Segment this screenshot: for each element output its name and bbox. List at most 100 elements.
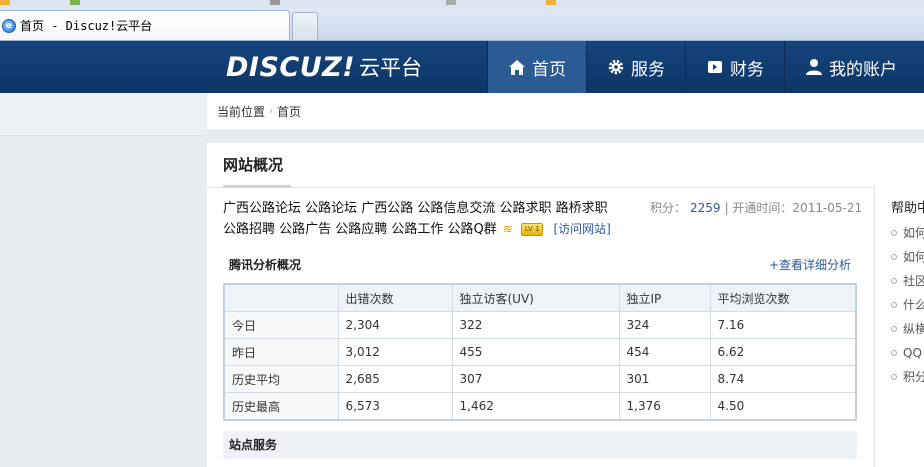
left-sidebar-strip xyxy=(0,93,207,136)
help-item[interactable]: 积分 xyxy=(891,365,924,389)
help-item[interactable]: QQ xyxy=(891,341,924,365)
finance-icon xyxy=(706,58,724,76)
table-cell: 307 xyxy=(451,365,620,393)
user-icon xyxy=(805,58,823,76)
help-item-label: 纵横 xyxy=(903,322,924,336)
visit-site-link[interactable]: [访问网站] xyxy=(553,219,610,240)
bullet-icon xyxy=(891,254,897,260)
browser-tabstrip: e 首页 - Discuz!云平台 xyxy=(0,8,924,41)
table-cell: 2,685 xyxy=(337,365,453,393)
analysis-title: 腾讯分析概况 xyxy=(229,257,302,272)
left-sidebar xyxy=(0,93,207,467)
nav-label-account: 我的账户 xyxy=(829,59,897,80)
table-cell: 6,573 xyxy=(337,392,453,421)
site-name-continued: 公路招聘 公路广告 公路应聘 公路工作 公路Q群 xyxy=(223,222,497,237)
site-meta: 积分： 2259 | 开通时间：2011-05-21 xyxy=(650,198,862,219)
table-cell: 2,304 xyxy=(337,311,453,339)
table-cell: 6.62 xyxy=(709,338,857,366)
nav-item-account[interactable]: 我的账户 xyxy=(784,41,917,93)
site-header: DISCUZ! 云平台 首页 服务 财务 我的账户 xyxy=(0,41,924,93)
column-header: 出错次数 xyxy=(337,283,453,312)
level-wave-icon: ≋ xyxy=(502,222,513,236)
menubar-icon[interactable] xyxy=(270,0,280,5)
nav-item-finance[interactable]: 财务 xyxy=(685,41,784,93)
help-item-label: 如何 xyxy=(903,226,924,240)
row-label: 昨日 xyxy=(223,338,339,366)
nav-label-home: 首页 xyxy=(532,59,566,80)
breadcrumb: 当前位置 › 首页 xyxy=(207,93,924,131)
discuz-logo[interactable]: DISCUZ! 云平台 xyxy=(226,51,422,83)
help-item-label: QQ xyxy=(903,346,922,360)
table-cell: 454 xyxy=(618,338,711,366)
bullet-icon xyxy=(891,350,897,356)
main-panel: 网站概况 广西公路论坛 公路论坛 广西公路 公路信息交流 公路求职 路桥求职 积… xyxy=(207,143,924,467)
help-list: 如何 如何 社区 什么 纵横 QQ 积分 xyxy=(891,221,924,389)
nav-item-home[interactable]: 首页 xyxy=(487,41,586,93)
title-divider xyxy=(207,187,924,188)
breadcrumb-label: 当前位置 xyxy=(217,105,266,119)
bullet-icon xyxy=(891,230,897,236)
title-underline xyxy=(223,185,291,188)
ie-icon: e xyxy=(2,18,16,33)
browser-tab-title: 首页 - Discuz!云平台 xyxy=(20,19,153,33)
help-item-label: 社区 xyxy=(903,274,924,288)
help-item-label: 什么 xyxy=(903,298,924,312)
table-header-row: 出错次数 独立访客(UV) 独立IP 平均浏览次数 xyxy=(223,283,857,312)
table-cell: 324 xyxy=(618,311,711,339)
page-icon[interactable] xyxy=(446,0,456,5)
table-row: 今日 2,304 322 324 7.16 xyxy=(223,311,857,339)
table-cell: 8.74 xyxy=(709,365,857,393)
table-row: 历史最高 6,573 1,462 1,376 4.50 xyxy=(223,392,857,421)
main-nav: 首页 服务 财务 我的账户 xyxy=(487,41,917,93)
column-header: 独立IP xyxy=(618,283,711,312)
help-item[interactable]: 什么 xyxy=(891,293,924,317)
column-header: 独立访客(UV) xyxy=(451,283,620,312)
nav-item-services[interactable]: 服务 xyxy=(586,41,685,93)
breadcrumb-current[interactable]: 首页 xyxy=(277,103,301,120)
bullet-icon xyxy=(891,374,897,380)
score-value: 2259 xyxy=(690,201,721,215)
new-tab-button[interactable] xyxy=(292,12,318,40)
table-cell: 4.50 xyxy=(709,392,857,421)
table-cell: 322 xyxy=(451,311,620,339)
table-cell: 301 xyxy=(618,365,711,393)
view-detail-link[interactable]: +查看详细分析 xyxy=(769,256,857,273)
menubar-icon[interactable] xyxy=(0,0,10,5)
table-row: 历史平均 2,685 307 301 8.74 xyxy=(223,365,857,393)
logo-main-text: DISCUZ! xyxy=(226,51,356,83)
help-title: 帮助中 xyxy=(891,201,924,216)
column-header: 平均浏览次数 xyxy=(709,283,857,312)
score-label: 积分： xyxy=(650,201,687,215)
help-item[interactable]: 社区 xyxy=(891,269,924,293)
help-item[interactable]: 如何 xyxy=(891,221,924,245)
row-label: 历史平均 xyxy=(223,365,339,393)
help-item-label: 积分 xyxy=(903,370,924,384)
table-cell: 7.16 xyxy=(709,311,857,339)
analysis-table: 出错次数 独立访客(UV) 独立IP 平均浏览次数 今日 2,304 322 3… xyxy=(223,283,857,421)
row-label: 今日 xyxy=(223,311,339,339)
favorites-icon[interactable] xyxy=(70,0,80,5)
table-row: 昨日 3,012 455 454 6.62 xyxy=(223,338,857,366)
breadcrumb-separator: › xyxy=(269,106,274,117)
site-services-header: 站点服务 xyxy=(223,431,857,459)
analysis-header: 腾讯分析概况 +查看详细分析 xyxy=(223,253,857,275)
table-cell: 1,376 xyxy=(618,392,711,421)
bullet-icon xyxy=(891,326,897,332)
browser-tab-active[interactable]: e 首页 - Discuz!云平台 xyxy=(0,10,290,40)
bullet-icon xyxy=(891,278,897,284)
nav-label-services: 服务 xyxy=(631,59,665,80)
feed-icon[interactable] xyxy=(546,0,556,5)
help-item[interactable]: 纵横 xyxy=(891,317,924,341)
logo-sub-text: 云平台 xyxy=(359,56,423,80)
table-cell: 3,012 xyxy=(337,338,453,366)
home-icon xyxy=(508,58,526,76)
level-badge: LV 1 xyxy=(520,223,544,236)
help-item[interactable]: 如何 xyxy=(891,245,924,269)
open-time: | 开通时间：2011-05-21 xyxy=(724,201,863,215)
page-title: 网站概况 xyxy=(223,156,284,174)
bullet-icon xyxy=(891,302,897,308)
nav-label-finance: 财务 xyxy=(730,59,764,80)
gear-icon xyxy=(607,58,625,76)
column-header xyxy=(223,283,339,312)
row-label: 历史最高 xyxy=(223,392,339,421)
